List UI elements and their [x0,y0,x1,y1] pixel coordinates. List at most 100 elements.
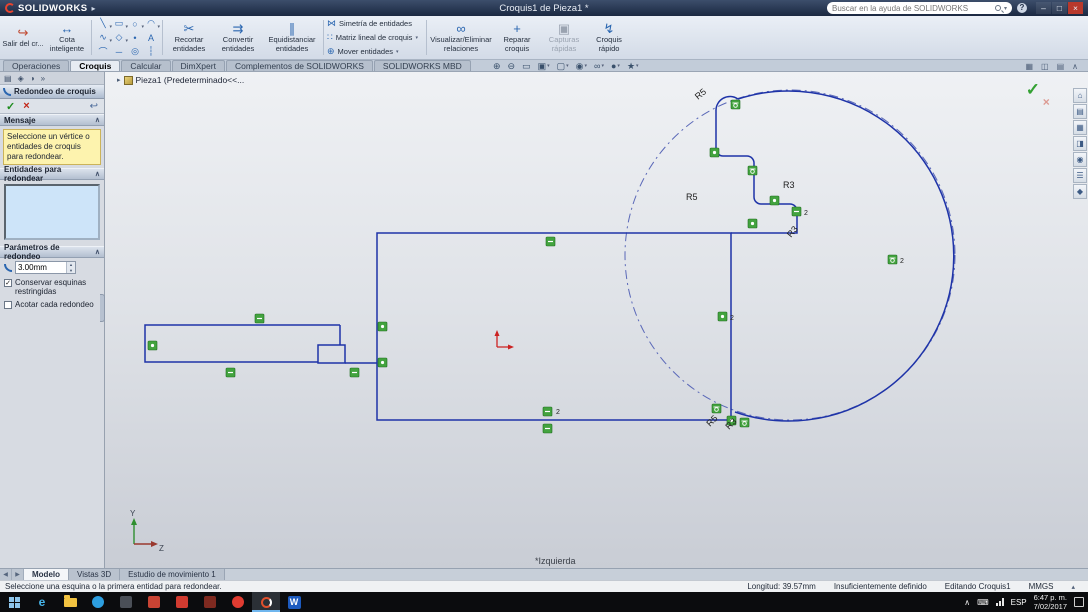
sketch-relation-badge[interactable] [545,236,556,247]
hide-show-items-icon[interactable]: ∞ ▾ [594,61,604,71]
sketch-text-button[interactable]: A [143,31,159,45]
sketch-spline-button[interactable]: ∿ ▾ [95,31,112,45]
graphics-viewport[interactable]: 2 2 2 2 R5 R5 R3 R3 R5 R3 ▸ Pieza1 (Pred… [105,72,1088,568]
taskbar-solidworks-icon[interactable] [252,592,280,612]
maximize-button[interactable]: □ [1052,2,1067,14]
taskbar-file-explorer-icon[interactable] [56,592,84,612]
confirm-accept-icon[interactable]: ✓ [1026,80,1040,99]
tab-scroll-left-icon[interactable]: ◀ [0,569,12,580]
more-tabs-icon[interactable]: » [41,74,45,83]
sketch-origin[interactable] [494,330,515,350]
sketch-relation-badge[interactable] [709,147,720,158]
fillet-radius-input[interactable] [16,262,66,273]
dimension-label[interactable]: R5 [693,86,708,101]
chevron-down-icon[interactable]: ▾ [396,49,399,55]
taskbar-app-gray-icon[interactable] [112,592,140,612]
pane-control-icon[interactable]: ▤ [1057,62,1065,71]
sketch-relation-badge[interactable] [377,321,388,332]
dimension-each-checkbox[interactable] [4,301,12,310]
taskbar-app-redcircle-icon[interactable] [224,592,252,612]
sketch-arc[interactable] [734,90,955,422]
sketch-centerline-button[interactable]: ─ [111,45,127,59]
menu-expand-icon[interactable]: ▸ [91,4,95,13]
status-editing[interactable]: Editando Croquis1 [945,582,1011,591]
convert-entities-button[interactable]: ⇉ Convertir entidades [214,17,262,58]
sketch-step-square[interactable] [317,344,346,364]
sketch-relation-badge[interactable] [542,406,553,417]
zoom-fit-icon[interactable]: ⊕ [493,61,501,72]
pane-control-icon[interactable]: ∧ [1072,62,1078,71]
sketch-fillet-button[interactable]: ⌒ [95,45,111,59]
sketch-arc-button[interactable]: ◠ ▾ [143,17,160,31]
chevron-down-icon[interactable]: ▾ [415,35,418,41]
confirm-cancel-icon[interactable]: × [1043,95,1050,109]
feature-tree-tab-icon[interactable]: ▤ [4,74,12,83]
stepper-down-icon[interactable]: ▾ [67,267,75,273]
custom-properties-tab-icon[interactable]: ☰ [1073,168,1087,183]
taskbar-app-maroon-icon[interactable] [196,592,224,612]
taskbar-app-red-icon[interactable] [140,592,168,612]
sketch-slot-profile[interactable] [144,324,340,363]
appearances-tab-icon[interactable]: ◉ [1073,152,1087,167]
search-dropdown-icon[interactable]: ▾ [1004,5,1007,12]
status-units[interactable]: MMGS [1029,582,1054,591]
sketch-notch-profile[interactable] [715,95,798,234]
tab-complementos[interactable]: Complementos de SOLIDWORKS [225,60,373,71]
sketch-relation-badge[interactable] [377,357,388,368]
entities-section-header[interactable]: Entidades para redondear ∧ [0,165,104,183]
zoom-area-icon[interactable]: ⊖ [508,61,516,72]
offset-entities-button[interactable]: ∥ Equidistanciar entidades [264,17,320,58]
sketch-construction-button[interactable]: ┆ [143,45,159,59]
pane-control-icon[interactable]: ▦ [1025,62,1033,71]
edit-appearance-icon[interactable]: ● ▾ [611,61,620,71]
sketch-relation-badge[interactable] [887,254,898,265]
pane-control-icon[interactable]: ◫ [1041,62,1049,71]
status-units-dropdown-icon[interactable]: ▴ [1071,583,1075,591]
taskbar-edge-icon[interactable]: e [28,592,56,612]
sketch-polygon-button[interactable]: ◇ ▾ [111,31,128,45]
rapid-sketch-button[interactable]: ↯ Croquis rápido [588,17,630,58]
cancel-button[interactable]: × [23,100,29,112]
undo-icon[interactable]: ↩ [90,101,98,112]
property-manager-tab-icon[interactable]: ◈ [18,74,24,83]
start-button[interactable] [0,592,28,612]
search-icon[interactable] [994,5,1001,11]
previous-view-icon[interactable]: ▭ [522,61,531,72]
tab-scroll-right-icon[interactable]: ▶ [12,569,24,580]
entities-listbox[interactable] [4,184,100,240]
action-center-icon[interactable] [1074,597,1084,607]
apply-scene-icon[interactable]: ★ ▾ [627,61,639,72]
configurations-tab-icon[interactable]: ◑ [30,74,35,83]
network-icon[interactable] [995,598,1004,606]
repair-sketch-button[interactable]: + Reparar croquis [494,17,540,58]
tab-operaciones[interactable]: Operaciones [3,60,70,71]
tab-modelo[interactable]: Modelo [24,569,69,580]
sketch-relation-badge[interactable] [542,423,553,434]
keep-corners-checkbox[interactable]: ✓ [4,279,12,287]
taskbar-app-red2-icon[interactable] [168,592,196,612]
sketch-circle-button[interactable]: ○ ▾ [127,17,144,31]
tab-solidworks-mbd[interactable]: SOLIDWORKS MBD [373,60,471,71]
tree-expand-icon[interactable]: ▸ [117,76,121,84]
tray-expand-icon[interactable]: ∧ [964,598,970,607]
move-entities-button[interactable]: ⊕ Mover entidades ▾ [327,45,423,58]
help-search-input[interactable] [832,3,992,13]
collapse-icon[interactable]: ∧ [95,170,100,178]
display-relations-button[interactable]: ∞ Visualizar/Eliminar relaciones [430,17,492,58]
taskbar-clock[interactable]: 6:47 p. m. 7/02/2017 [1034,593,1067,612]
taskbar-word-icon[interactable]: W [280,592,308,612]
language-indicator[interactable]: ESP [1011,598,1027,607]
sketch-relation-badge[interactable] [739,417,750,428]
close-button[interactable]: × [1068,2,1083,14]
view-orientation-icon[interactable]: ▢ ▾ [557,61,569,72]
view-palette-tab-icon[interactable]: ◨ [1073,136,1087,151]
collapse-icon[interactable]: ∧ [95,248,100,256]
tab-estudio-movimiento[interactable]: Estudio de movimiento 1 [120,569,225,580]
sketch-relation-badge[interactable] [730,99,741,110]
display-style-icon[interactable]: ◉ ▾ [576,61,587,72]
dimension-label[interactable]: R5 [704,413,719,428]
linear-pattern-button[interactable]: ∷ Matriz lineal de croquis ▾ [327,31,423,44]
tab-dimxpert[interactable]: DimXpert [171,60,225,71]
trim-entities-button[interactable]: ✂ Recortar entidades [166,17,212,58]
file-explorer-tab-icon[interactable]: ▦ [1073,120,1087,135]
